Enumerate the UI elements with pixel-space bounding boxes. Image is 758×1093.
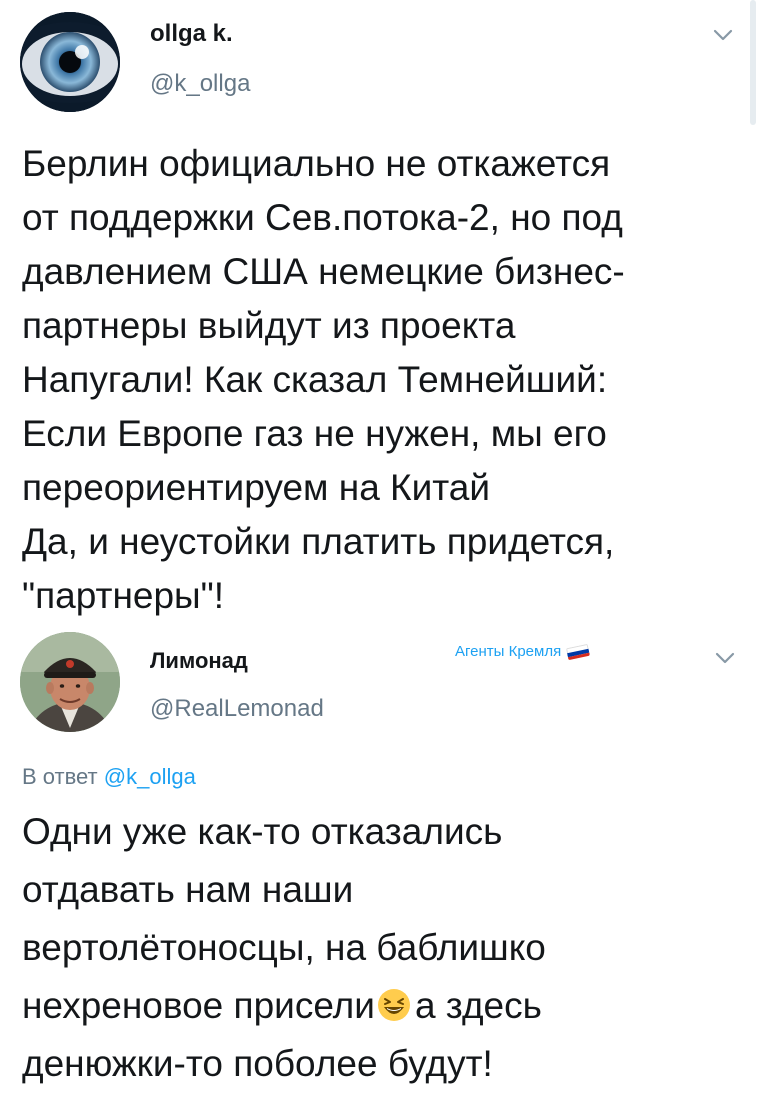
tweet-text-line: от поддержки Сев.потока-2, но под xyxy=(22,197,623,238)
tweet-text-line: Одни уже как-то отказались xyxy=(22,811,503,852)
author-name[interactable]: Лимонад xyxy=(150,648,248,674)
reply-mention-link[interactable]: @k_ollga xyxy=(104,764,196,789)
tweet-text-line: переориентируем на Китай xyxy=(22,467,491,508)
tweet-text-line: денюжки-то поболее будут! xyxy=(22,1043,493,1084)
tweet-text-line: партнеры выйдут из проекта xyxy=(22,305,516,346)
reply-prefix: В ответ xyxy=(22,764,98,789)
tweet-text-line: давлением США немецкие бизнес- xyxy=(22,251,625,292)
laughing-face-emoji xyxy=(377,981,411,1021)
tweet-original: ollga k. @k_ollga Берлин официально не о… xyxy=(0,0,758,640)
tweet-text-line: отдавать нам наши xyxy=(22,869,354,910)
eye-avatar[interactable] xyxy=(20,12,120,112)
chevron-down-icon[interactable] xyxy=(710,25,736,45)
profile-badge[interactable]: Агенты Кремля xyxy=(455,643,591,660)
tweet-text-line: Берлин официально не откажется xyxy=(22,143,611,184)
tweet-text-line: Если Европе газ не нужен, мы его xyxy=(22,413,607,454)
author-handle[interactable]: @k_ollga xyxy=(150,70,250,98)
tweet-text: Берлин официально не откажется от поддер… xyxy=(22,137,742,623)
tweet-text-line: Напугали! Как сказал Темнейший: xyxy=(22,359,608,400)
author-handle[interactable]: @RealLemonad xyxy=(150,695,324,723)
man-in-hat-avatar[interactable] xyxy=(20,632,120,732)
tweet-text-segment: а здесь xyxy=(414,985,542,1026)
russian-flag-icon xyxy=(566,643,591,660)
tweet-text-line: вертолётоносцы, на баблишко xyxy=(22,927,546,968)
tweet-text-segment: нехреновое присели xyxy=(22,985,375,1026)
tweet-text: Одни уже как-то отказались отдавать нам … xyxy=(22,803,742,1093)
badge-label: Агенты Кремля xyxy=(455,643,562,660)
chevron-down-icon[interactable] xyxy=(712,648,738,668)
tweet-text-line: нехреновое присели а здесь xyxy=(22,977,742,1035)
author-name[interactable]: ollga k. xyxy=(150,20,233,48)
tweet-text-line: Да, и неустойки платить придется, xyxy=(22,521,615,562)
eye-avatar-image xyxy=(20,12,120,112)
tweet-text-line: "партнеры"! xyxy=(22,575,225,616)
man-in-hat-avatar-image xyxy=(20,632,120,732)
reply-context: В ответ @k_ollga xyxy=(22,764,196,790)
